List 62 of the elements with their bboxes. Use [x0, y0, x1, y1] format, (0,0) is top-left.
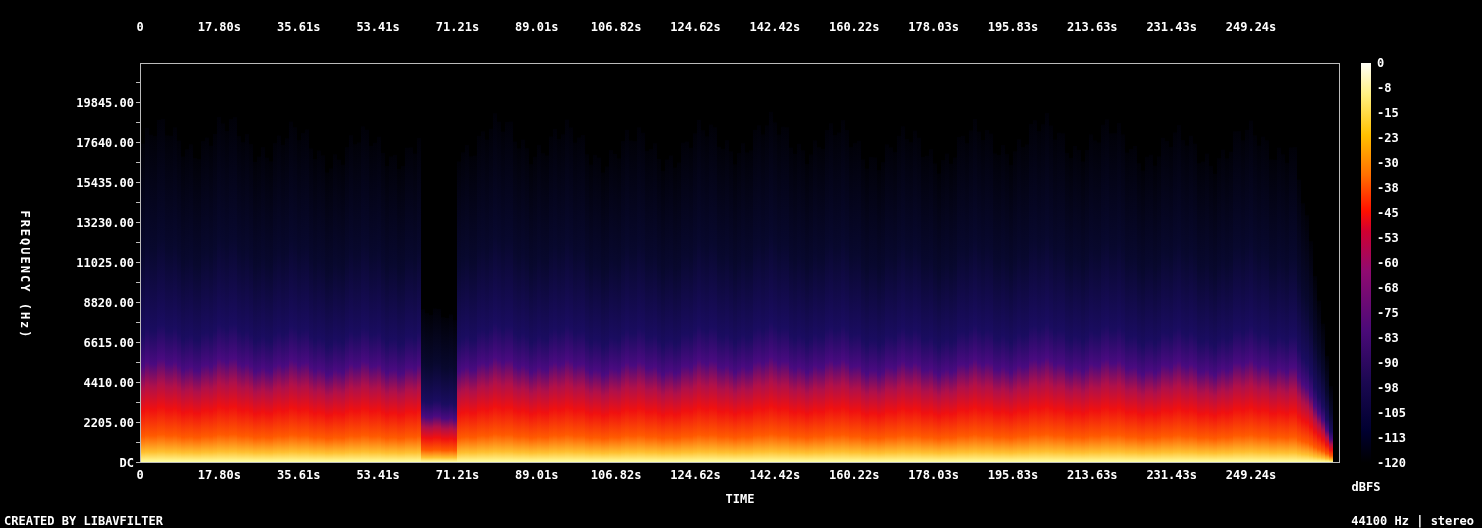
time-tick-label: 213.63s — [1067, 468, 1118, 482]
colorbar-tick-label: -83 — [1377, 331, 1399, 345]
frequency-axis-label: FREQUENCY (Hz) — [18, 210, 32, 340]
colorbar-tick-label: -120 — [1377, 456, 1406, 470]
time-tick-label: 53.41s — [356, 20, 400, 34]
frequency-tick-label: 19845.00 — [76, 96, 134, 110]
time-tick-label: 195.83s — [987, 468, 1039, 482]
time-tick-label: 160.22s — [828, 468, 880, 482]
time-tick-label: 160.22s — [828, 20, 880, 34]
time-tick-label: 142.42s — [749, 468, 801, 482]
time-axis-label: TIME — [725, 492, 755, 506]
time-tick-label: 178.03s — [908, 20, 959, 34]
time-tick-label: 0 — [136, 468, 144, 482]
colorbar-tick-label: -60 — [1377, 256, 1399, 270]
time-tick-label: 0 — [136, 20, 144, 34]
credit-text: CREATED BY LIBAVFILTER — [4, 514, 163, 528]
time-tick-label: 213.63s — [1067, 20, 1118, 34]
colorbar-tick-label: -98 — [1377, 381, 1399, 395]
time-tick-label: 249.24s — [1225, 468, 1277, 482]
frequency-tick-label: 11025.00 — [76, 256, 134, 270]
time-tick-label: 142.42s — [749, 20, 801, 34]
audio-format-text: 44100 Hz | stereo — [1351, 514, 1474, 528]
colorbar-tick-label: -23 — [1377, 131, 1399, 145]
time-tick-label: 89.01s — [515, 20, 559, 34]
time-tick-label: 17.80s — [197, 468, 242, 482]
colorbar-tick-label: -68 — [1377, 281, 1399, 295]
frequency-tick-label: 4410.00 — [83, 376, 134, 390]
frequency-tick-label: 13230.00 — [76, 216, 134, 230]
frequency-tick-label: 8820.00 — [83, 296, 134, 310]
colorbar-tick-label: -75 — [1377, 306, 1399, 320]
frequency-tick-label: 17640.00 — [76, 136, 134, 150]
frequency-tick-label: 6615.00 — [83, 336, 134, 350]
colorbar-tick-label: -8 — [1377, 81, 1392, 95]
time-tick-label: 35.61s — [277, 468, 321, 482]
frequency-tick-label: DC — [119, 456, 134, 470]
colorbar-tick-label: -30 — [1377, 156, 1399, 170]
colorbar-tick-label: 0 — [1377, 56, 1385, 70]
time-tick-label: 71.21s — [435, 468, 480, 482]
time-tick-label: 17.80s — [197, 20, 242, 34]
time-tick-label: 231.43s — [1146, 20, 1197, 34]
frequency-tick-label: 2205.00 — [83, 416, 134, 430]
time-tick-label: 195.83s — [987, 20, 1039, 34]
time-tick-label: 106.82s — [590, 20, 642, 34]
colorbar-tick-label: -113 — [1377, 431, 1406, 445]
time-tick-label: 89.01s — [515, 468, 559, 482]
time-tick-label: 178.03s — [908, 468, 959, 482]
time-tick-label: 71.21s — [435, 20, 480, 34]
time-tick-label: 231.43s — [1146, 468, 1197, 482]
colorbar-tick-label: -53 — [1377, 231, 1399, 245]
colorbar-tick-label: -45 — [1377, 206, 1399, 220]
frequency-tick-label: 15435.00 — [76, 176, 134, 190]
time-tick-label: 106.82s — [590, 468, 642, 482]
colorbar-tick-label: -90 — [1377, 356, 1399, 370]
colorbar-tick-label: -15 — [1377, 106, 1399, 120]
colorbar-tick-label: -105 — [1377, 406, 1406, 420]
time-tick-label: 35.61s — [277, 20, 321, 34]
time-tick-label: 249.24s — [1225, 20, 1277, 34]
time-tick-label: 124.62s — [670, 20, 721, 34]
unit-label: dBFS — [1351, 480, 1381, 494]
time-tick-label: 124.62s — [670, 468, 721, 482]
colorbar-tick-label: -38 — [1377, 181, 1399, 195]
time-tick-label: 53.41s — [356, 468, 400, 482]
